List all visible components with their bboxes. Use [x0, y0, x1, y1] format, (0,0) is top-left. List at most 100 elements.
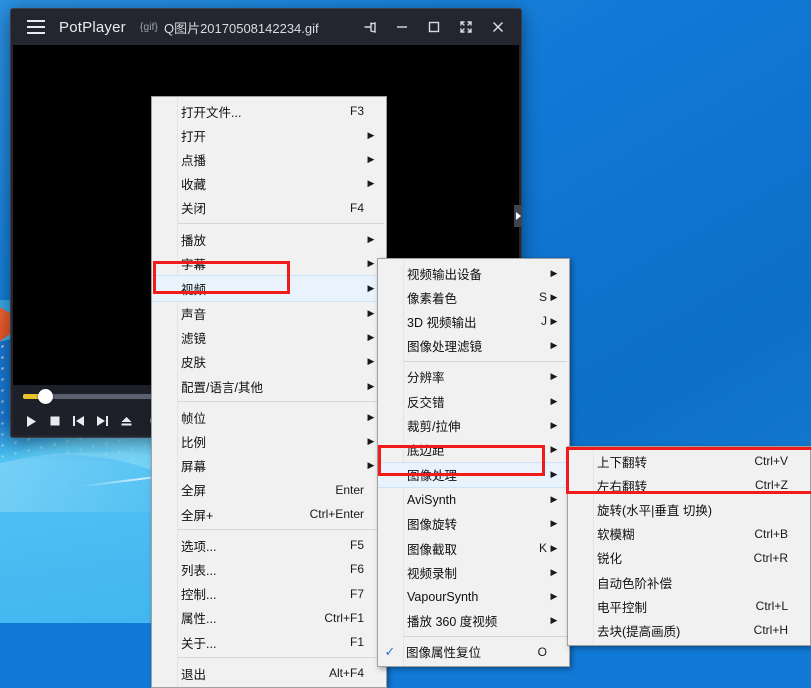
submenu-arrow-icon: ▶ [547, 420, 561, 431]
menu-item[interactable]: 列表...F6 [152, 557, 386, 581]
menu-item[interactable]: 反交错▶ [378, 389, 569, 413]
menu-item[interactable]: AviSynth▶ [378, 488, 569, 512]
submenu-arrow-icon: ▶ [364, 412, 378, 423]
menu-item[interactable]: 播放▶ [152, 227, 386, 251]
menu-item[interactable]: 裁剪/拉伸▶ [378, 413, 569, 437]
menu-item[interactable]: 锐化Ctrl+R [568, 546, 810, 570]
menu-item[interactable]: VapourSynth ▶ [378, 584, 569, 608]
menu-item[interactable]: 视频录制▶ [378, 560, 569, 584]
menu-item-accelerator: Ctrl+L [738, 599, 788, 613]
submenu-arrow-icon: ▶ [547, 591, 561, 602]
menu-item-label: 分辨率 [403, 367, 529, 386]
menu-item[interactable]: 退出Alt+F4 [152, 661, 386, 685]
menu-item-label: 旋转(水平|垂直 切换) [593, 500, 770, 519]
menu-item[interactable]: 旋转(水平|垂直 切换) [568, 497, 810, 521]
menu-separator [178, 401, 384, 402]
menu-item[interactable]: 视频输出设备▶ [378, 261, 569, 285]
menu-item-label: 收藏 [177, 174, 346, 193]
menu-item[interactable]: 屏幕▶ [152, 454, 386, 478]
menu-item-label: VapourSynth [403, 590, 529, 604]
stop-icon[interactable] [49, 415, 61, 427]
menu-item[interactable]: 关闭F4 [152, 196, 386, 220]
menu-item[interactable]: 去块(提高画质)Ctrl+H [568, 618, 810, 642]
eject-icon[interactable] [120, 415, 133, 427]
menu-item[interactable]: 全屏Enter [152, 478, 386, 502]
menu-item[interactable]: 打开 ▶ [152, 123, 386, 147]
seek-handle[interactable] [38, 389, 53, 404]
menu-item[interactable]: 播放 360 度视频▶ [378, 609, 569, 633]
menu-item[interactable]: 底边距▶ [378, 437, 569, 461]
submenu-arrow-icon: ▶ [364, 178, 378, 189]
submenu-arrow-icon: ▶ [364, 154, 378, 165]
menu-item-label: 皮肤 [177, 352, 346, 371]
potplayer-main-context-menu[interactable]: 打开文件...F3打开▶点播▶收藏▶关闭F4播放▶字幕▶视频▶声音▶滤镜▶皮肤▶… [151, 96, 387, 688]
video-submenu[interactable]: 视频输出设备▶像素着色S▶3D 视频输出J▶图像处理滤镜▶分辨率▶反交错▶裁剪/… [377, 258, 570, 667]
menu-item[interactable]: 比例▶ [152, 429, 386, 453]
menu-separator [404, 636, 567, 637]
menu-item[interactable]: 像素着色S▶ [378, 285, 569, 309]
menu-item-accelerator: K [521, 541, 547, 555]
menu-items-video: 视频输出设备▶像素着色S▶3D 视频输出J▶图像处理滤镜▶分辨率▶反交错▶裁剪/… [378, 261, 569, 664]
menu-item[interactable]: 图像旋转▶ [378, 512, 569, 536]
menu-icon[interactable] [19, 9, 53, 45]
menu-item[interactable]: 左右翻转Ctrl+Z [568, 473, 810, 497]
menu-item[interactable]: ✓图像属性复位O [378, 640, 569, 664]
submenu-arrow-icon: ▶ [364, 130, 378, 141]
menu-item[interactable]: 全屏+Ctrl+Enter [152, 502, 386, 526]
menu-item[interactable]: 图像处理▶ [378, 462, 569, 488]
menu-item[interactable]: 视频▶ [152, 275, 386, 301]
minimize-icon[interactable] [387, 12, 417, 42]
menu-item[interactable]: 3D 视频输出J▶ [378, 309, 569, 333]
menu-item[interactable]: 关于...F1 [152, 630, 386, 654]
menu-item-accelerator: J [523, 314, 547, 328]
menu-item-label: 左右翻转 [593, 476, 737, 495]
menu-item[interactable]: 软模糊Ctrl+B [568, 522, 810, 546]
menu-item-accelerator: S [521, 290, 547, 304]
menu-item[interactable]: 滤镜▶ [152, 326, 386, 350]
menu-item[interactable]: 打开文件...F3 [152, 99, 386, 123]
close-icon[interactable] [483, 12, 513, 42]
menu-item[interactable]: 控制...F7 [152, 582, 386, 606]
menu-item-accelerator: F4 [332, 201, 364, 215]
play-icon[interactable] [25, 415, 38, 428]
menu-item-label: 视频输出设备 [403, 264, 529, 283]
maximize-icon[interactable] [419, 12, 449, 42]
menu-item[interactable]: 自动色阶补偿 [568, 570, 810, 594]
pin-icon[interactable] [355, 12, 385, 42]
menu-item[interactable]: 帧位▶ [152, 405, 386, 429]
menu-item[interactable]: 分辨率▶ [378, 365, 569, 389]
menu-item-label: 屏幕 [177, 456, 346, 475]
image-processing-submenu[interactable]: 上下翻转Ctrl+V左右翻转Ctrl+Z旋转(水平|垂直 切换)软模糊Ctrl+… [567, 446, 811, 646]
menu-item-label: 视频录制 [403, 563, 529, 582]
menu-item-accelerator: F5 [332, 538, 364, 552]
submenu-arrow-icon: ▶ [547, 396, 561, 407]
menu-item[interactable]: 配置/语言/其他▶ [152, 374, 386, 398]
menu-item[interactable]: 图像处理滤镜▶ [378, 334, 569, 358]
menu-item[interactable]: 上下翻转Ctrl+V [568, 449, 810, 473]
menu-item[interactable]: 声音▶ [152, 302, 386, 326]
menu-item[interactable]: 收藏 ▶ [152, 172, 386, 196]
menu-item-label: 锐化 [593, 548, 736, 567]
menu-items-main: 打开文件...F3打开▶点播▶收藏▶关闭F4播放▶字幕▶视频▶声音▶滤镜▶皮肤▶… [152, 99, 386, 685]
menu-item-label: 列表... [177, 560, 332, 579]
menu-item[interactable]: 皮肤▶ [152, 350, 386, 374]
menu-item[interactable]: 图像截取K▶ [378, 536, 569, 560]
window-buttons [355, 12, 521, 42]
menu-item-accelerator: Ctrl+Z [737, 478, 788, 492]
menu-item[interactable]: 电平控制Ctrl+L [568, 594, 810, 618]
playlist-expand-handle[interactable] [514, 205, 522, 227]
menu-item-label: 全屏 [177, 480, 317, 499]
menu-separator [404, 361, 567, 362]
next-icon[interactable] [96, 415, 109, 427]
previous-icon[interactable] [72, 415, 85, 427]
menu-item-label: 底边距 [403, 440, 529, 459]
menu-item[interactable]: 属性...Ctrl+F1 [152, 606, 386, 630]
menu-item[interactable]: 选项...F5 [152, 533, 386, 557]
menu-item[interactable]: 点播▶ [152, 147, 386, 171]
app-name: PotPlayer [59, 19, 126, 36]
menu-item-label: 打开 [177, 126, 346, 145]
menu-item[interactable]: 字幕▶ [152, 251, 386, 275]
submenu-arrow-icon: ▶ [547, 494, 561, 505]
menu-item-label: 配置/语言/其他 [177, 377, 346, 396]
fullscreen-icon[interactable] [451, 12, 481, 42]
